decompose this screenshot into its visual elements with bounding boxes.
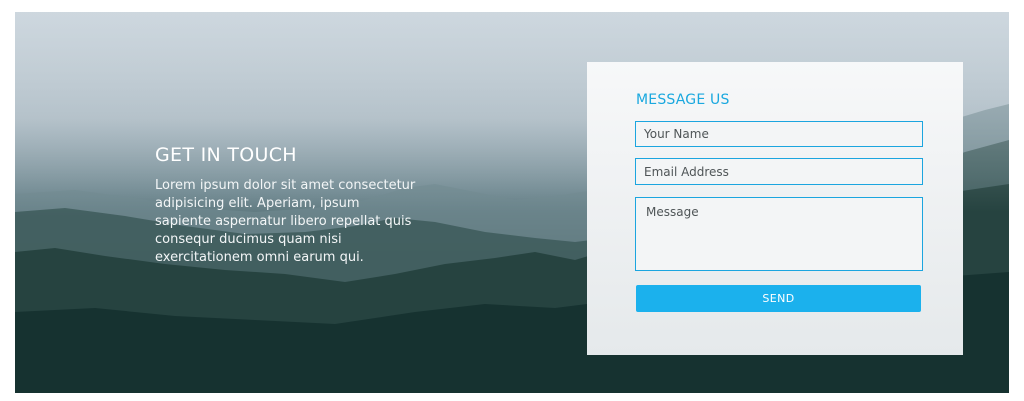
contact-form-card: MESSAGE US SEND [587,62,963,355]
email-input[interactable] [635,158,923,185]
intro-text: Lorem ipsum dolor sit amet consectetur a… [155,178,416,265]
name-input[interactable] [635,121,923,147]
intro-block: GET IN TOUCH Lorem ipsum dolor sit amet … [155,144,417,267]
intro-title: GET IN TOUCH [155,144,297,166]
form-title: MESSAGE US [636,92,730,108]
send-button[interactable]: SEND [636,285,921,312]
message-textarea[interactable] [635,197,923,271]
